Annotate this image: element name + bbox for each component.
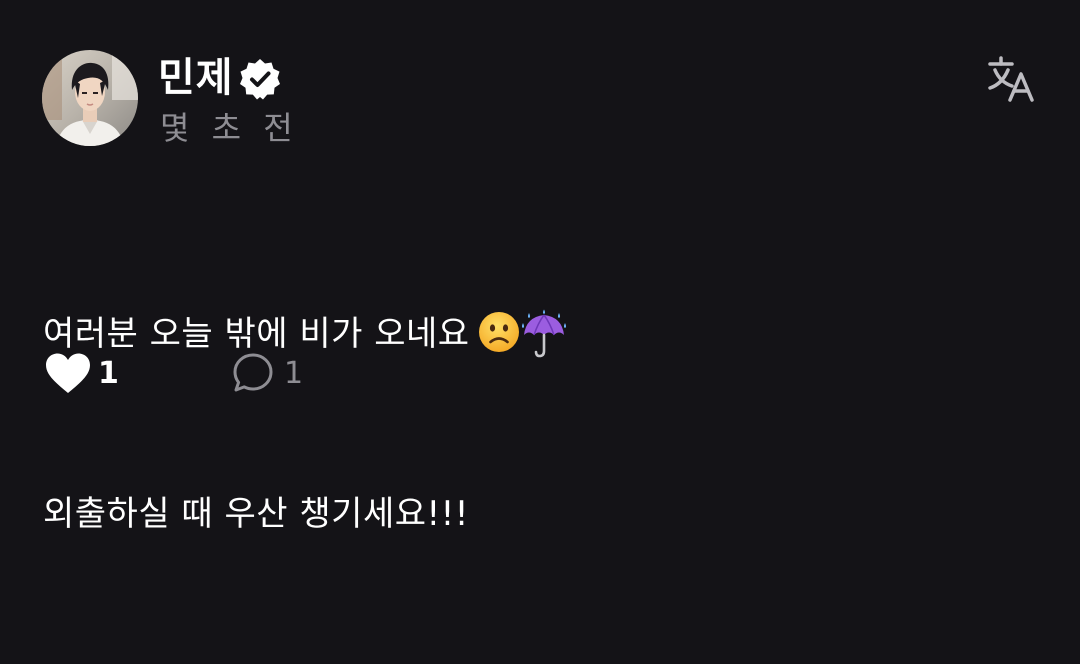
heart-icon[interactable] <box>44 352 92 394</box>
frowning-face-icon <box>478 312 519 352</box>
post-text-line-2: 외출하실 때 우산 챙기세요!!! <box>43 494 469 534</box>
speech-bubble-icon[interactable] <box>232 352 274 394</box>
author-name[interactable]: 민제 <box>158 54 234 102</box>
umbrella-with-rain-drops-icon <box>521 309 566 358</box>
translate-icon[interactable] <box>986 54 1038 104</box>
verified-badge-icon <box>240 59 280 100</box>
avatar[interactable] <box>42 50 138 146</box>
reply-count: 1 <box>284 355 304 391</box>
reply-button[interactable]: 1 <box>232 348 303 398</box>
post-text-line-1: 여러분 오늘 밖에 비가 오네요 <box>43 304 1023 364</box>
like-button[interactable]: 1 <box>44 348 119 398</box>
post-body: 여러분 오늘 밖에 비가 오네요 외출하실 때 우산 챙기세요!!! <box>43 184 1023 664</box>
avatar-image <box>42 50 138 146</box>
post-card: 민제 몇 초 전 여러분 오늘 밖에 비가 오네요 외출하실 때 우산 챙기세요… <box>0 0 1080 534</box>
like-count: 1 <box>98 355 119 391</box>
post-timestamp: 몇 초 전 <box>160 109 299 147</box>
